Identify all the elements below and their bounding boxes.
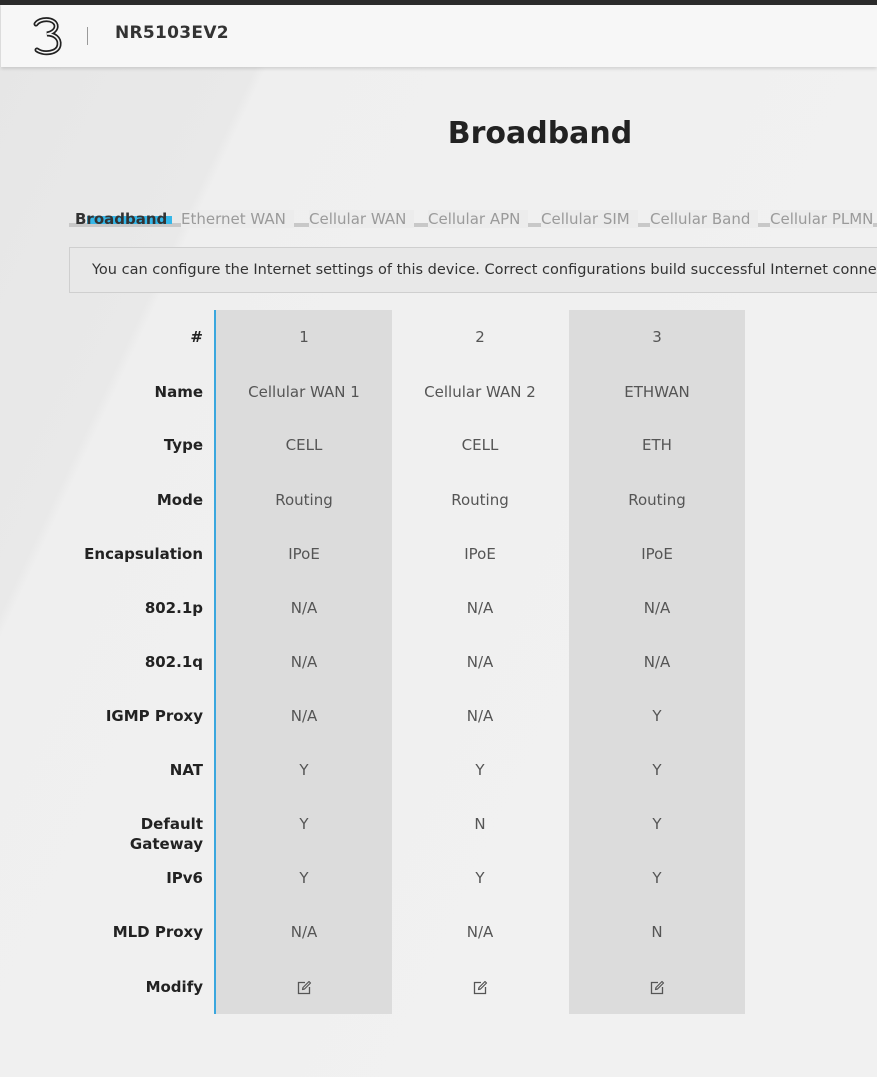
table-cell: CELL [285,436,323,454]
table-cell: N/A [290,653,318,671]
row-label: Encapsulation [84,545,203,563]
tab-bar: Broadband Ethernet WAN Cellular WAN Cell… [69,206,877,230]
table-cell: N/A [643,653,671,671]
table-cell: Routing [275,491,333,509]
row-label: 802.1p [144,599,203,617]
modify-cell [569,977,745,997]
tab-cellular-wan[interactable]: Cellular WAN [309,210,415,228]
table-cell: Y [475,869,485,887]
row-label: MLD Proxy [112,923,203,941]
table-cell: N/A [466,707,494,725]
edit-icon[interactable] [296,977,312,994]
info-banner: You can configure the Internet settings … [69,247,877,293]
tab-broadband[interactable]: Broadband [75,210,167,228]
table-cell: N/A [290,707,318,725]
table-cell: N/A [466,599,494,617]
table-cell: IPoE [641,545,673,563]
table-cell: Y [475,761,485,779]
table-cell: N/A [466,653,494,671]
wan-column-3: 3 ETHWAN ETH Routing IPoE N/A N/A Y Y Y Y N [569,310,745,1014]
tab-ethernet-wan[interactable]: Ethernet WAN [181,210,294,228]
table-cell: Y [299,869,309,887]
model-name: NR5103EV2 [115,23,229,43]
row-label: Name [154,383,203,401]
table-cell: Y [299,761,309,779]
table-cell: N [474,815,486,833]
edit-icon[interactable] [472,977,488,994]
table-cell: Y [652,761,662,779]
table-cell: N/A [290,923,318,941]
row-label: Mode [156,491,203,509]
table-cell: N/A [466,923,494,941]
table-cell: ETH [642,436,672,454]
table-cell: Cellular WAN 2 [424,383,536,401]
row-label: Type [163,436,203,454]
modify-cell [216,977,392,997]
row-label: # [190,328,203,346]
wan-column-1: 1 Cellular WAN 1 CELL Routing IPoE N/A N/A N/A Y… [216,310,392,1014]
table-cell: Routing [628,491,686,509]
row-label: 802.1q [144,653,203,671]
table-cell: Y [299,815,309,833]
tab-cellular-band[interactable]: Cellular Band [650,210,759,228]
header-divider [87,27,88,45]
table-cell: CELL [461,436,499,454]
page-title: Broadband [447,116,633,151]
tab-cellular-plmn[interactable]: Cellular PLMN [770,210,874,228]
row-label: NAT [169,761,203,779]
wan-table: # Name Type Mode Encapsulation 802.1p 802.1q IG… [69,310,769,1014]
table-cell: N [651,923,663,941]
header-bar: NR5103EV2 [1,5,877,67]
table-cell: Y [652,815,662,833]
row-label: IPv6 [166,869,203,887]
tab-cellular-apn[interactable]: Cellular APN [428,210,529,228]
table-cell: Y [652,707,662,725]
top-border [0,0,877,5]
table-cell: 2 [475,328,485,346]
table-cell: ETHWAN [624,383,690,401]
table-cell: IPoE [464,545,496,563]
three-logo-icon[interactable] [29,16,63,56]
table-cell: N/A [643,599,671,617]
edit-icon[interactable] [649,977,665,994]
table-cell: Y [652,869,662,887]
row-label: Default Gateway [129,815,203,853]
table-cell: Routing [451,491,509,509]
table-cell: Cellular WAN 1 [248,383,360,401]
row-label: Modify [145,978,203,996]
table-cell: N/A [290,599,318,617]
modify-cell [392,977,568,997]
tab-cellular-sim[interactable]: Cellular SIM [541,210,638,228]
table-cell: IPoE [288,545,320,563]
row-label: IGMP Proxy [105,707,203,725]
table-cell: 3 [652,328,662,346]
table-cell: 1 [299,328,309,346]
wan-column-2: 2 Cellular WAN 2 CELL Routing IPoE N/A N/A N/A Y… [392,310,568,1014]
